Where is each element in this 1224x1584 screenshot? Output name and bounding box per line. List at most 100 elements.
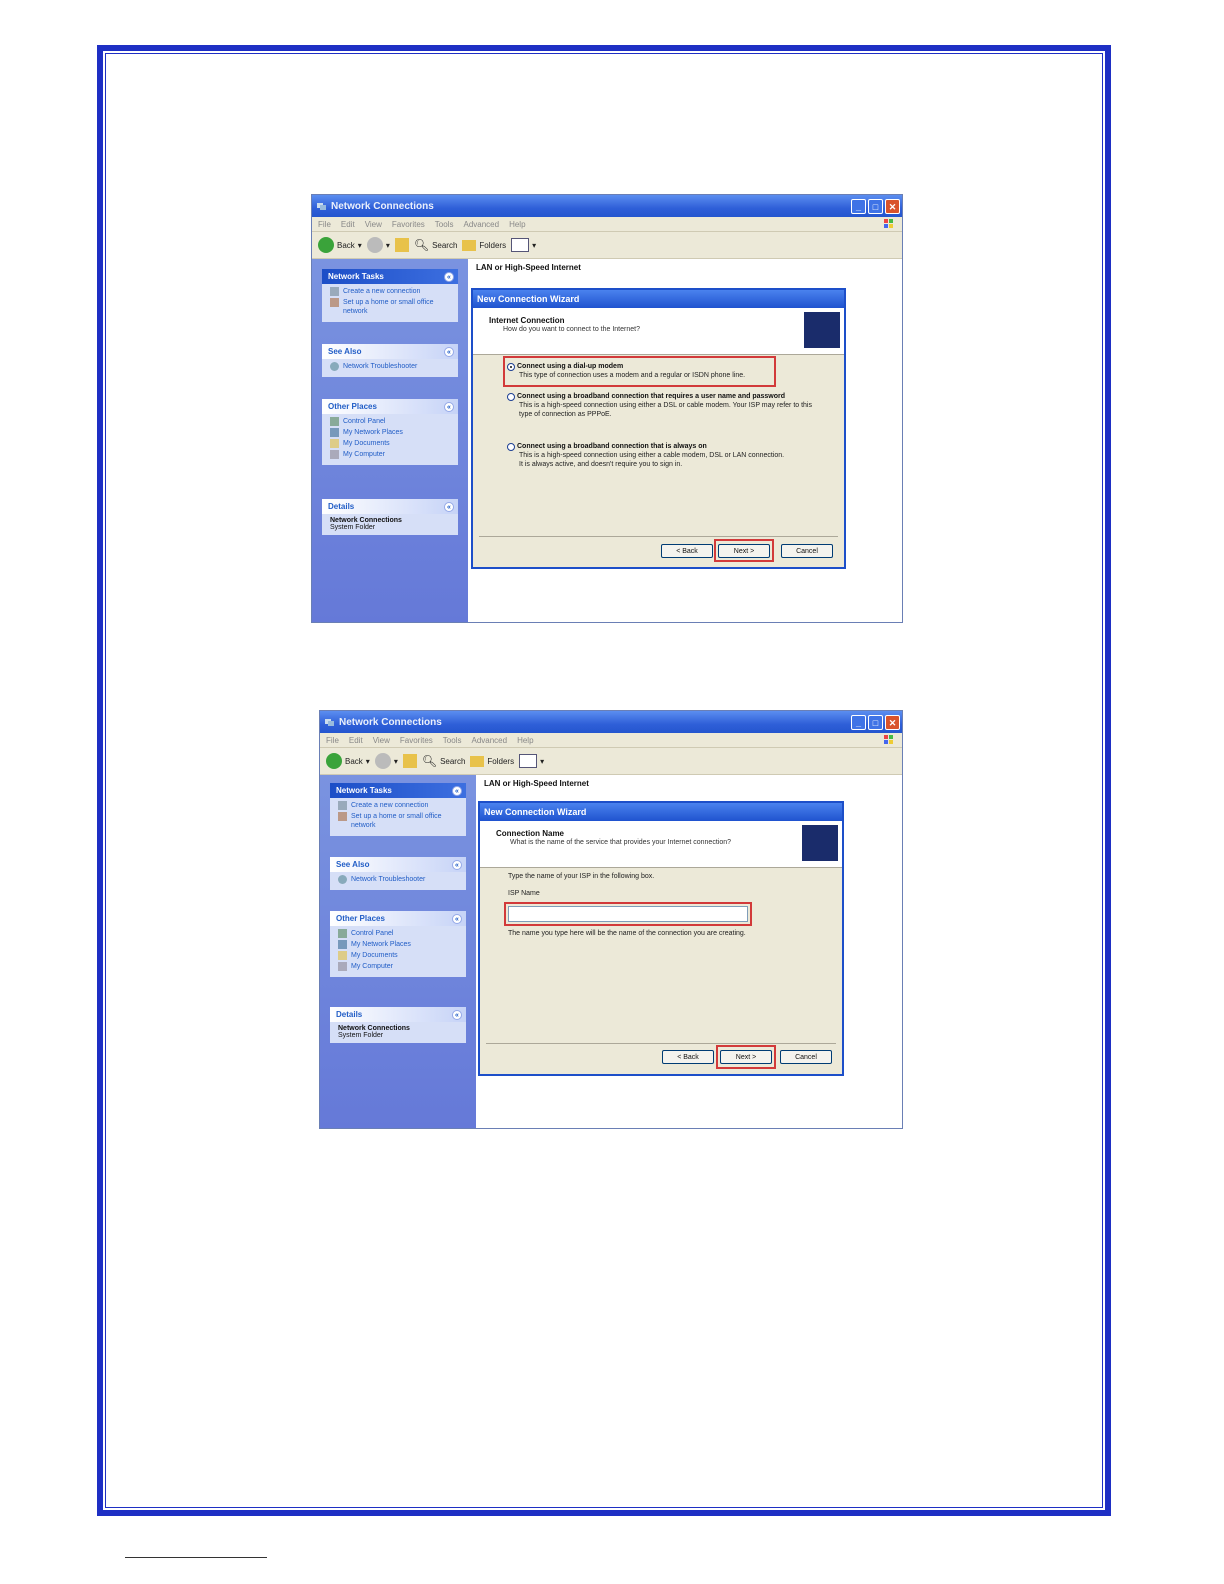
menu-file[interactable]: File bbox=[318, 220, 331, 229]
folder-icon bbox=[470, 755, 485, 767]
my-documents-link[interactable]: My Documents bbox=[338, 951, 460, 960]
isp-instruction: Type the name of your ISP in the followi… bbox=[508, 873, 655, 880]
window-titlebar[interactable]: Network Connections _ □ ✕ bbox=[320, 711, 902, 733]
back-button[interactable]: < Back bbox=[661, 544, 713, 558]
create-connection-link[interactable]: Create a new connection bbox=[338, 801, 460, 810]
network-tasks-panel: Network Tasks « Create a new connection S… bbox=[330, 783, 466, 836]
details-header[interactable]: Details « bbox=[330, 1007, 466, 1022]
see-also-panel: See Also « Network Troubleshooter bbox=[330, 857, 466, 890]
search-button[interactable]: 🔍︎ Search bbox=[414, 238, 458, 252]
up-folder-icon bbox=[394, 238, 409, 252]
my-computer-link[interactable]: My Computer bbox=[330, 450, 452, 459]
wizard-divider bbox=[486, 1043, 836, 1044]
menu-favorites[interactable]: Favorites bbox=[392, 220, 425, 229]
close-button[interactable]: ✕ bbox=[885, 198, 900, 214]
forward-button[interactable]: ▾ bbox=[374, 753, 398, 769]
back-button[interactable]: < Back bbox=[662, 1050, 714, 1064]
option-broadband-always-on[interactable]: Connect using a broadband connection tha… bbox=[517, 442, 787, 469]
troubleshooter-link[interactable]: Network Troubleshooter bbox=[330, 362, 452, 371]
menu-favorites[interactable]: Favorites bbox=[400, 736, 433, 745]
collapse-icon[interactable]: « bbox=[444, 401, 454, 412]
menu-view[interactable]: View bbox=[373, 736, 390, 745]
close-button[interactable]: ✕ bbox=[885, 714, 900, 730]
link-label: My Network Places bbox=[351, 941, 411, 948]
collapse-icon[interactable]: « bbox=[452, 913, 462, 924]
views-button[interactable]: ▾ bbox=[519, 754, 544, 768]
network-tasks-header[interactable]: Network Tasks « bbox=[322, 269, 458, 284]
search-button[interactable]: 🔍︎ Search bbox=[422, 754, 466, 768]
menu-file[interactable]: File bbox=[326, 736, 339, 745]
menu-advanced[interactable]: Advanced bbox=[463, 220, 499, 229]
home-network-link[interactable]: Set up a home or small office network bbox=[338, 812, 460, 830]
chevron-down-icon: ▾ bbox=[393, 756, 398, 766]
collapse-icon[interactable]: « bbox=[444, 501, 454, 512]
wizard-divider bbox=[479, 536, 838, 537]
info-icon bbox=[330, 362, 339, 371]
link-label: Network Troubleshooter bbox=[343, 363, 418, 370]
minimize-button[interactable]: _ bbox=[851, 714, 866, 730]
my-computer-link[interactable]: My Computer bbox=[338, 962, 460, 971]
wizard-titlebar[interactable]: New Connection Wizard bbox=[473, 290, 844, 308]
collapse-icon[interactable]: « bbox=[452, 859, 462, 870]
details-name: Network Connections bbox=[338, 1025, 410, 1032]
other-places-header[interactable]: Other Places « bbox=[322, 399, 458, 414]
radio-broadband-always-on[interactable] bbox=[507, 443, 515, 451]
home-network-link[interactable]: Set up a home or small office network bbox=[330, 298, 452, 316]
menu-bar: File Edit View Favorites Tools Advanced … bbox=[320, 733, 902, 748]
menu-help[interactable]: Help bbox=[509, 220, 525, 229]
see-also-header[interactable]: See Also « bbox=[322, 344, 458, 359]
menu-edit[interactable]: Edit bbox=[349, 736, 363, 745]
menu-view[interactable]: View bbox=[365, 220, 382, 229]
cancel-button[interactable]: Cancel bbox=[781, 544, 833, 558]
menu-advanced[interactable]: Advanced bbox=[471, 736, 507, 745]
details-header[interactable]: Details « bbox=[322, 499, 458, 514]
documents-icon bbox=[330, 439, 339, 448]
create-connection-link[interactable]: Create a new connection bbox=[330, 287, 452, 296]
menu-help[interactable]: Help bbox=[517, 736, 533, 745]
network-tasks-header[interactable]: Network Tasks « bbox=[330, 783, 466, 798]
menu-tools[interactable]: Tools bbox=[435, 220, 454, 229]
option-desc: This is a high-speed connection using ei… bbox=[519, 402, 812, 418]
forward-button[interactable]: ▾ bbox=[366, 237, 390, 253]
collapse-icon[interactable]: « bbox=[444, 346, 454, 357]
my-network-places-link[interactable]: My Network Places bbox=[330, 428, 452, 437]
panel-title: Other Places bbox=[328, 402, 377, 411]
windows-logo-icon bbox=[884, 219, 893, 228]
menu-tools[interactable]: Tools bbox=[443, 736, 462, 745]
collapse-icon[interactable]: « bbox=[444, 271, 454, 282]
network-connections-icon bbox=[325, 718, 334, 726]
collapse-icon[interactable]: « bbox=[452, 785, 462, 796]
cancel-button[interactable]: Cancel bbox=[780, 1050, 832, 1064]
window-titlebar[interactable]: Network Connections _ □ ✕ bbox=[312, 195, 902, 217]
views-icon bbox=[519, 754, 538, 768]
radio-broadband-pppoe[interactable] bbox=[507, 393, 515, 401]
wizard-titlebar[interactable]: New Connection Wizard bbox=[480, 803, 842, 821]
minimize-button[interactable]: _ bbox=[851, 198, 866, 214]
see-also-header[interactable]: See Also « bbox=[330, 857, 466, 872]
menu-edit[interactable]: Edit bbox=[341, 220, 355, 229]
folders-button[interactable]: Folders bbox=[462, 239, 506, 251]
back-button[interactable]: Back ▾ bbox=[318, 237, 362, 253]
back-button[interactable]: Back ▾ bbox=[326, 753, 370, 769]
control-panel-link[interactable]: Control Panel bbox=[330, 417, 452, 426]
collapse-icon[interactable]: « bbox=[452, 1009, 462, 1020]
documents-icon bbox=[338, 951, 347, 960]
details-type: System Folder bbox=[338, 1032, 384, 1039]
views-icon bbox=[511, 238, 530, 252]
my-documents-link[interactable]: My Documents bbox=[330, 439, 452, 448]
troubleshooter-link[interactable]: Network Troubleshooter bbox=[338, 875, 460, 884]
maximize-button[interactable]: □ bbox=[868, 198, 883, 214]
connection-wizard-icon bbox=[804, 312, 840, 348]
up-folder-button[interactable] bbox=[402, 754, 417, 768]
views-button[interactable]: ▾ bbox=[511, 238, 536, 252]
my-network-places-link[interactable]: My Network Places bbox=[338, 940, 460, 949]
folders-button[interactable]: Folders bbox=[470, 755, 514, 767]
new-connection-wizard: New Connection Wizard Internet Connectio… bbox=[471, 288, 846, 569]
other-places-panel: Other Places « Control Panel My Network P… bbox=[330, 911, 466, 977]
computer-icon bbox=[330, 450, 339, 459]
control-panel-link[interactable]: Control Panel bbox=[338, 929, 460, 938]
maximize-button[interactable]: □ bbox=[868, 714, 883, 730]
other-places-header[interactable]: Other Places « bbox=[330, 911, 466, 926]
up-folder-button[interactable] bbox=[394, 238, 409, 252]
option-broadband-pppoe[interactable]: Connect using a broadband connection tha… bbox=[517, 392, 817, 419]
